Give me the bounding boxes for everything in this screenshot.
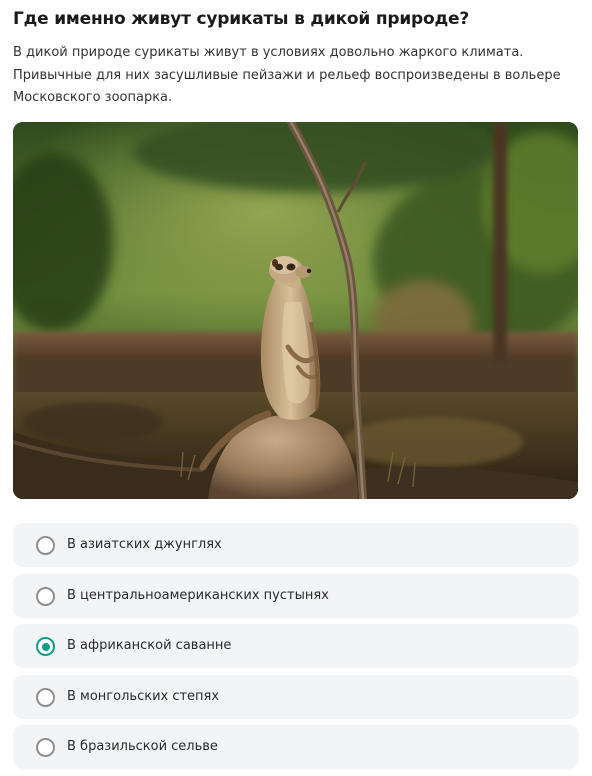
answer-options: В азиатских джунглях В центральноамерика… bbox=[13, 523, 579, 776]
radio-button[interactable] bbox=[36, 687, 55, 707]
answer-option-label: В монгольских степях bbox=[67, 688, 220, 704]
answer-option[interactable]: В африканской саванне bbox=[13, 624, 579, 668]
radio-button[interactable] bbox=[36, 637, 55, 656]
radio-button[interactable] bbox=[36, 738, 55, 757]
question-description: В дикой природе сурикаты живут в условия… bbox=[13, 45, 561, 105]
answer-option[interactable]: В монгольских степях bbox=[13, 674, 579, 719]
answer-option-label: В азиатских джунглях bbox=[67, 537, 222, 552]
answer-option[interactable]: В бразильской сельве bbox=[13, 725, 579, 769]
meerkat-photo-illustration bbox=[13, 122, 578, 499]
radio-button[interactable] bbox=[36, 536, 55, 555]
answer-option-label: В бразильской сельве bbox=[67, 739, 218, 754]
meerkat-photo bbox=[13, 122, 578, 499]
answer-option-label: В центральноамериканских пустынях bbox=[67, 587, 329, 603]
radio-button[interactable] bbox=[36, 586, 55, 606]
answer-option[interactable]: В центральноамериканских пустынях bbox=[13, 573, 579, 618]
answer-option-label: В африканской саванне bbox=[67, 638, 232, 653]
radio-selected-dot bbox=[41, 642, 50, 651]
answer-option[interactable]: В азиатских джунглях bbox=[13, 523, 579, 567]
question-title: Где именно живут сурикаты в дикой природ… bbox=[13, 9, 470, 29]
